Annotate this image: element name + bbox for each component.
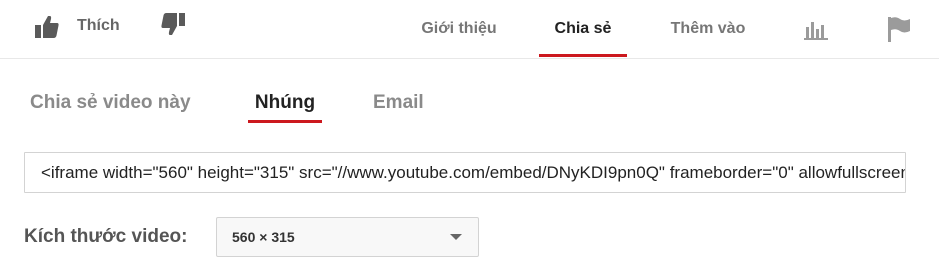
flag-icon <box>888 17 910 42</box>
thumbs-up-icon <box>35 16 59 38</box>
like-button[interactable]: Thích <box>34 10 120 42</box>
video-size-label: Kích thước video: <box>24 226 188 247</box>
video-size-value: 560 × 315 <box>232 229 295 245</box>
report-button[interactable] <box>886 15 912 43</box>
subtab-embed[interactable]: Nhúng <box>248 92 322 123</box>
like-label: Thích <box>77 17 120 34</box>
dislike-button[interactable] <box>160 12 190 42</box>
subtab-share-video[interactable]: Chia sẻ video này <box>30 92 191 122</box>
subtab-email[interactable]: Email <box>373 92 424 122</box>
tab-about[interactable]: Giới thiệu <box>412 0 506 57</box>
action-bar: Thích Giới thiệu Chia sẻ Thêm vào <box>0 0 939 59</box>
tab-add-to[interactable]: Thêm vào <box>660 0 756 57</box>
chevron-down-icon <box>450 234 462 240</box>
bar-chart-icon <box>804 22 828 40</box>
embed-code-field[interactable] <box>24 152 906 193</box>
stats-button[interactable] <box>803 17 829 43</box>
video-size-select[interactable]: 560 × 315 <box>216 217 479 257</box>
thumbs-down-icon <box>161 13 185 35</box>
tab-share[interactable]: Chia sẻ <box>539 0 627 57</box>
